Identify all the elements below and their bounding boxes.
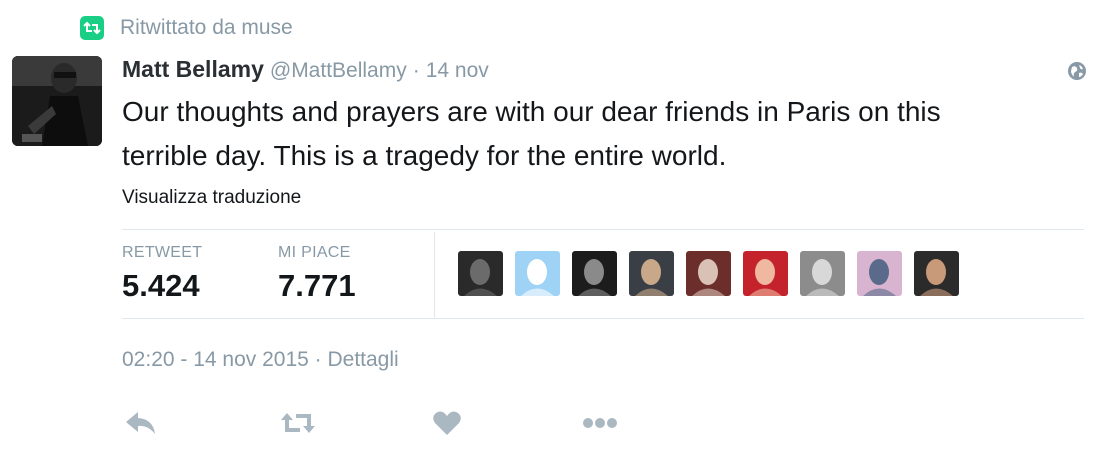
- liker-avatar[interactable]: [857, 251, 902, 296]
- more-icon: [583, 418, 617, 428]
- translate-link[interactable]: Visualizza traduzione: [122, 187, 301, 209]
- retweet-stat[interactable]: RETWEET 5.424: [122, 244, 202, 304]
- liker-avatar[interactable]: [629, 251, 674, 296]
- tweet-text-line: Our thoughts and prayers are with our de…: [122, 96, 941, 127]
- reply-button[interactable]: [124, 406, 158, 440]
- more-button[interactable]: [582, 406, 618, 440]
- retweeted-by-link[interactable]: Ritwittato da muse: [120, 16, 293, 40]
- tweet-header: Matt Bellamy @MattBellamy · 14 nov: [122, 56, 489, 86]
- stats-top-divider: [122, 229, 1084, 230]
- retweet-icon: [80, 16, 104, 40]
- stats-divider: [434, 232, 435, 318]
- globe-icon: [1066, 60, 1088, 82]
- author-fullname[interactable]: Matt Bellamy: [122, 56, 264, 83]
- liker-avatar[interactable]: [686, 251, 731, 296]
- tweet-timestamp[interactable]: 02:20 - 14 nov 2015 · Dettagli: [122, 348, 399, 372]
- retweet-stat-value: 5.424: [122, 268, 200, 303]
- liker-avatar[interactable]: [743, 251, 788, 296]
- liker-avatar[interactable]: [800, 251, 845, 296]
- stats-bottom-divider: [122, 318, 1084, 319]
- liker-avatars: [458, 251, 959, 296]
- reply-icon: [126, 412, 155, 434]
- retweet-button[interactable]: [278, 406, 318, 440]
- like-stat-value: 7.771: [278, 268, 356, 303]
- tweet-text: Our thoughts and prayers are with our de…: [122, 90, 1062, 178]
- liker-avatar[interactable]: [515, 251, 560, 296]
- author-username[interactable]: @MattBellamy: [270, 59, 407, 83]
- tweet-relative-time[interactable]: 14 nov: [426, 59, 489, 83]
- like-stat-label: MI PIACE: [278, 244, 351, 261]
- liker-avatar[interactable]: [572, 251, 617, 296]
- like-button[interactable]: [432, 406, 462, 440]
- like-icon: [433, 411, 461, 435]
- retweet-stat-label: RETWEET: [122, 244, 203, 261]
- liker-avatar[interactable]: [458, 251, 503, 296]
- liker-avatar[interactable]: [914, 251, 959, 296]
- retweet-context: Ritwittato da muse: [80, 14, 293, 42]
- like-stat[interactable]: MI PIACE 7.771: [278, 244, 356, 304]
- retweet-icon: [281, 413, 315, 433]
- tweet-text-line: terrible day. This is a tragedy for the …: [122, 140, 727, 171]
- header-separator: ·: [412, 59, 420, 82]
- avatar[interactable]: [12, 56, 102, 146]
